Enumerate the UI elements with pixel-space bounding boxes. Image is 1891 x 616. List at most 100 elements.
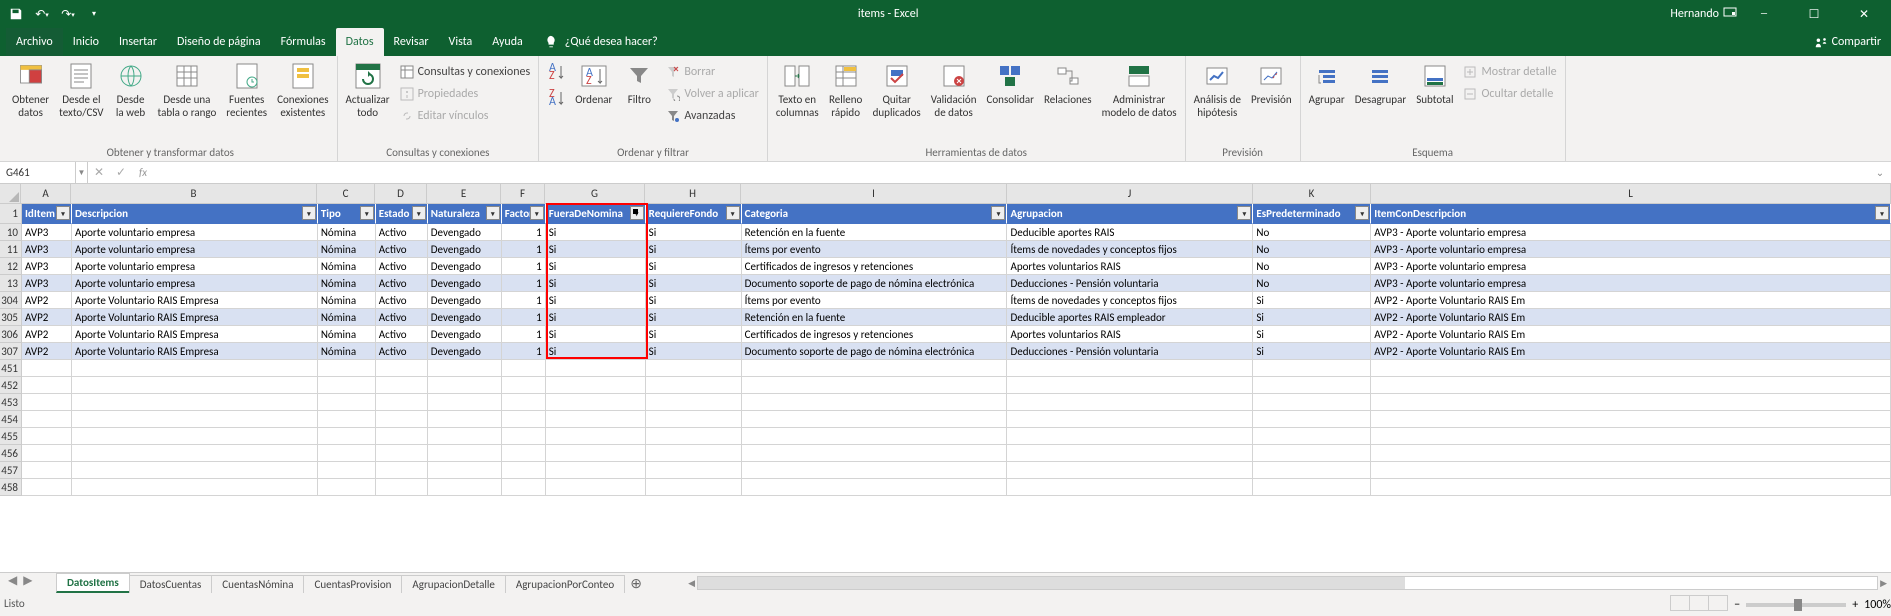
cell[interactable] (1007, 411, 1253, 428)
row-header[interactable]: 455 (0, 428, 22, 445)
cell[interactable]: No (1253, 241, 1371, 258)
cell[interactable]: Aporte Voluntario RAIS Empresa (72, 292, 318, 309)
row-header[interactable]: 305 (0, 309, 22, 326)
row-header[interactable]: 451 (0, 360, 22, 377)
conexiones-existentes-button[interactable]: Conexiones existentes (273, 58, 332, 130)
cell[interactable]: Aportes voluntarios RAIS (1007, 326, 1253, 343)
cell[interactable]: Nómina (318, 309, 376, 326)
cell[interactable] (646, 462, 742, 479)
view-buttons[interactable] (1671, 595, 1728, 615)
quitar-duplicados-button[interactable]: Quitar duplicados (869, 58, 925, 130)
cell[interactable]: AVP2 - Aporte Voluntario RAIS Em (1371, 309, 1891, 326)
cell[interactable]: Si (646, 241, 742, 258)
cell[interactable] (72, 462, 318, 479)
cell[interactable]: Documento soporte de pago de nómina elec… (742, 275, 1008, 292)
cell[interactable]: AVP2 (22, 309, 72, 326)
cell[interactable] (502, 360, 546, 377)
cell[interactable] (72, 479, 318, 496)
cell[interactable]: Si (646, 309, 742, 326)
cell[interactable] (428, 377, 502, 394)
table-header-factor[interactable]: Factor▾ (502, 204, 546, 224)
cell[interactable] (22, 479, 72, 496)
cell[interactable] (22, 445, 72, 462)
cell[interactable]: Nómina (318, 224, 376, 241)
texto-columnas-button[interactable]: Texto en columnas (772, 58, 823, 130)
cell[interactable] (1253, 377, 1371, 394)
filter-icon[interactable]: ▾ (726, 206, 740, 220)
name-box[interactable]: G461 (0, 162, 76, 183)
cell[interactable] (376, 428, 428, 445)
propiedades-button[interactable]: Propiedades (396, 84, 535, 104)
col-header-A[interactable]: A (21, 184, 71, 204)
row-header[interactable]: 1 (0, 204, 22, 224)
cell[interactable]: AVP3 - Aporte voluntario empresa (1371, 224, 1891, 241)
cell[interactable]: AVP2 (22, 343, 72, 360)
cell[interactable] (1253, 462, 1371, 479)
col-header-G[interactable]: G (545, 184, 645, 204)
cell[interactable]: Si (646, 343, 742, 360)
cell[interactable] (428, 411, 502, 428)
tab-inicio[interactable]: Inicio (63, 28, 109, 56)
cell[interactable] (1371, 360, 1891, 377)
cell[interactable]: Si (546, 292, 646, 309)
cell[interactable] (546, 360, 646, 377)
consolidar-button[interactable]: Consolidar (983, 58, 1038, 130)
cell[interactable] (22, 360, 72, 377)
cell[interactable] (646, 411, 742, 428)
filter-icon[interactable]: ▾ (1355, 206, 1369, 220)
cell[interactable] (318, 394, 376, 411)
row-header[interactable]: 456 (0, 445, 22, 462)
cell[interactable]: Certificados de ingresos y retenciones (742, 326, 1008, 343)
cell[interactable]: Devengado (428, 309, 502, 326)
cell[interactable] (318, 411, 376, 428)
cell[interactable] (428, 462, 502, 479)
cell[interactable] (742, 411, 1008, 428)
cell[interactable]: AVP3 (22, 224, 72, 241)
tab-archivo[interactable]: Archivo (6, 28, 63, 56)
sheet-tab[interactable]: DatosCuentas (129, 575, 213, 593)
relleno-rapido-button[interactable]: Relleno rápido (825, 58, 867, 130)
tab-datos[interactable]: Datos (336, 28, 384, 56)
cell[interactable] (546, 479, 646, 496)
cell[interactable] (428, 360, 502, 377)
cell[interactable] (22, 394, 72, 411)
tab-vista[interactable]: Vista (439, 28, 483, 56)
cell[interactable] (1371, 445, 1891, 462)
cell[interactable]: Ítems de novedades y conceptos fijos (1007, 292, 1253, 309)
row-header[interactable]: 453 (0, 394, 22, 411)
col-header-D[interactable]: D (375, 184, 427, 204)
cell[interactable] (502, 377, 546, 394)
undo-icon[interactable]: ↶▾ (30, 2, 54, 26)
row-header[interactable]: 454 (0, 411, 22, 428)
cell[interactable] (742, 462, 1008, 479)
cell[interactable]: Devengado (428, 326, 502, 343)
sheet-tab[interactable]: CuentasProvision (303, 575, 402, 593)
cell[interactable] (546, 462, 646, 479)
fx-icon[interactable]: fx (132, 166, 154, 179)
table-header-estado[interactable]: Estado▾ (376, 204, 428, 224)
col-header-C[interactable]: C (317, 184, 375, 204)
cell[interactable]: Activo (376, 224, 428, 241)
cell[interactable] (318, 428, 376, 445)
cell[interactable]: Certificados de ingresos y retenciones (742, 258, 1008, 275)
cell[interactable]: Ítems de novedades y conceptos fijos (1007, 241, 1253, 258)
cell[interactable]: AVP2 - Aporte Voluntario RAIS Em (1371, 343, 1891, 360)
cell[interactable]: Si (1253, 343, 1371, 360)
table-header-itemcondescripcion[interactable]: ItemConDescripcion▾ (1371, 204, 1891, 224)
cell[interactable]: Aporte Voluntario RAIS Empresa (72, 343, 318, 360)
table-header-naturaleza[interactable]: Naturaleza▾ (428, 204, 502, 224)
cell[interactable] (376, 462, 428, 479)
desagrupar-button[interactable]: Desagrupar (1351, 58, 1411, 130)
row-header[interactable]: 11 (0, 241, 22, 258)
cell[interactable]: Documento soporte de pago de nómina elec… (742, 343, 1008, 360)
cancel-formula-icon[interactable]: ✕ (88, 162, 110, 184)
cell[interactable]: Aporte voluntario empresa (72, 241, 318, 258)
cell[interactable]: Si (1253, 292, 1371, 309)
sheet-tab[interactable]: AgrupacionPorConteo (505, 575, 625, 593)
cell[interactable] (742, 479, 1008, 496)
filter-icon[interactable]: ▾ (630, 206, 644, 220)
cell[interactable] (502, 411, 546, 428)
share-button[interactable]: Compartir (1814, 28, 1881, 56)
cell[interactable]: AVP3 (22, 275, 72, 292)
cell[interactable]: Si (1253, 326, 1371, 343)
